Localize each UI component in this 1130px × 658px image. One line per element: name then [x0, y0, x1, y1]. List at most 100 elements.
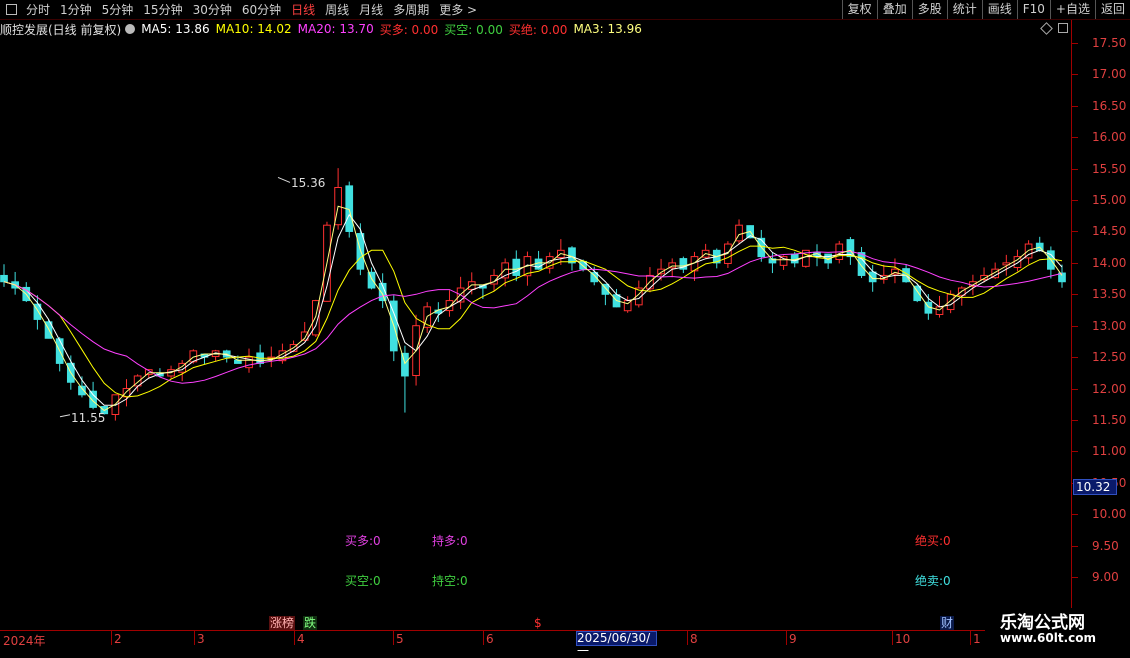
- dollar-tag[interactable]: $: [533, 616, 543, 630]
- toolbar-button-3[interactable]: 统计: [946, 0, 982, 19]
- indicator-info-line: 顺控发展(日线 前复权) MA5: 13.86 MA10: 14.02 MA20…: [0, 20, 1070, 38]
- price-axis-label: 10.00: [1092, 507, 1127, 522]
- price-axis-label: 14.00: [1092, 255, 1127, 270]
- price-axis-label: 13.50: [1092, 287, 1127, 302]
- low-price-label: 11.55: [71, 411, 106, 425]
- date-axis-label: 3: [197, 632, 205, 646]
- panel-toggle-icon[interactable]: [1058, 23, 1068, 33]
- ma3-value: MA3: 13.96: [573, 22, 642, 36]
- date-axis-tick: [687, 631, 688, 645]
- toolbar-button-7[interactable]: 返回: [1094, 0, 1130, 19]
- period-tab-5[interactable]: 60分钟: [242, 1, 281, 18]
- candle: [389, 295, 398, 362]
- watermark-title: 乐淘公式网: [1000, 613, 1085, 633]
- date-year-label: 2024年: [3, 634, 46, 648]
- date-axis-tick: [892, 631, 893, 645]
- period-tab-1[interactable]: 1分钟: [60, 1, 92, 18]
- period-tab-9[interactable]: 多周期: [393, 1, 429, 18]
- period-tab-3[interactable]: 15分钟: [143, 1, 182, 18]
- ma5-line: [3, 213, 1063, 406]
- price-axis-tick: [1072, 43, 1078, 44]
- period-tab-6[interactable]: 日线: [291, 1, 315, 18]
- signal-absolute-sell: 绝卖:0: [915, 574, 951, 588]
- watermark-url: www.60lt.com: [1000, 631, 1097, 645]
- date-axis: [0, 630, 1071, 646]
- limit-up-tag[interactable]: 涨榜: [269, 616, 296, 630]
- price-axis-tick: [1072, 168, 1078, 170]
- price-axis-tick: [1072, 419, 1078, 421]
- price-axis-tick: [1072, 514, 1078, 516]
- period-tab-2[interactable]: 5分钟: [102, 1, 134, 18]
- buy-absolute-value: 买绝: 0.00: [508, 22, 568, 37]
- price-axis-label: 11.00: [1092, 444, 1127, 459]
- price-axis-label: 12.00: [1092, 381, 1127, 396]
- buy-empty-value: 买空: 0.00: [444, 22, 503, 37]
- date-cursor: 2025/06/30/一: [576, 631, 657, 658]
- candle: [0, 264, 8, 287]
- price-axis-tick: [1072, 294, 1078, 296]
- high-price-label: 15.36: [291, 176, 326, 190]
- price-axis-label: 12.50: [1092, 350, 1127, 365]
- candle: [523, 251, 532, 286]
- toolbar-button-6[interactable]: +自选: [1049, 0, 1095, 19]
- buy-more-value: 买多: 0.00: [379, 22, 439, 37]
- candle: [122, 379, 131, 407]
- date-axis-label: 8: [690, 632, 698, 646]
- kline-chart[interactable]: [0, 38, 1071, 630]
- finance-tag[interactable]: 财: [940, 616, 955, 630]
- date-axis-tick: [111, 631, 112, 645]
- toolbar-button-0[interactable]: 复权: [841, 0, 877, 19]
- fall-tag[interactable]: 跌: [303, 616, 318, 630]
- signal-buy-empty: 买空:0: [345, 574, 381, 588]
- price-axis-label: 17.00: [1092, 67, 1127, 82]
- date-axis-label: 4: [297, 632, 305, 646]
- candle: [879, 264, 888, 284]
- period-tab-8[interactable]: 月线: [359, 1, 383, 18]
- high-pointer-line: [277, 176, 291, 183]
- period-tab-7[interactable]: 周线: [325, 1, 349, 18]
- toolbar-button-1[interactable]: 叠加: [876, 0, 912, 19]
- top-toolbar: 分时 1分钟 5分钟 15分钟 30分钟 60分钟 日线 周线 月线 多周期 更多 > 复权 叠加 多股…: [0, 0, 1130, 20]
- price-axis-tick: [1072, 231, 1078, 233]
- ma20-value: MA20: 13.70: [297, 22, 374, 36]
- period-tab-10[interactable]: 更多 >: [439, 1, 477, 18]
- price-axis-label: 16.00: [1092, 130, 1127, 145]
- price-axis-tick: [1072, 357, 1078, 359]
- signal-hold-empty: 持空:0: [432, 574, 468, 588]
- price-axis-tick: [1072, 74, 1078, 76]
- price-axis-tick: [1072, 200, 1078, 202]
- candle: [735, 219, 743, 245]
- candle: [211, 349, 220, 362]
- price-axis-tick: [1072, 388, 1078, 390]
- price-axis-tick: [1072, 262, 1078, 264]
- date-axis-label: 1: [973, 632, 981, 646]
- date-axis-label: 9: [789, 632, 797, 646]
- date-axis-tick: [194, 631, 195, 645]
- toolbar-button-5[interactable]: F10: [1016, 0, 1050, 19]
- ma5-value: MA5: 13.86: [141, 22, 210, 36]
- candle: [467, 272, 476, 295]
- price-axis-label: 11.50: [1092, 412, 1127, 427]
- period-tab-0[interactable]: 分时: [26, 1, 50, 18]
- signal-absolute-buy: 绝买:0: [915, 534, 951, 548]
- low-pointer-line: [59, 414, 71, 418]
- settings-icon[interactable]: [125, 24, 136, 34]
- price-axis-label: 16.50: [1092, 98, 1127, 113]
- price-axis-label: 15.00: [1092, 193, 1127, 208]
- candle: [89, 381, 97, 410]
- ma3-line: [3, 205, 1063, 412]
- candle: [712, 248, 721, 269]
- price-axis-label: 9.50: [1092, 538, 1119, 553]
- candle: [111, 394, 120, 421]
- toolbar-button-4[interactable]: 画线: [981, 0, 1017, 19]
- period-tab-4[interactable]: 30分钟: [193, 1, 232, 18]
- price-axis-label: 17.50: [1092, 36, 1127, 50]
- price-axis-tick: [1072, 577, 1078, 578]
- price-axis-tick: [1072, 451, 1078, 453]
- toolbar-button-2[interactable]: 多股: [911, 0, 947, 19]
- window-menu-icon[interactable]: [6, 4, 17, 15]
- price-axis-label: 13.00: [1092, 318, 1127, 333]
- candle: [456, 276, 465, 310]
- date-axis-tick: [786, 631, 787, 645]
- price-axis-label: 14.50: [1092, 224, 1127, 239]
